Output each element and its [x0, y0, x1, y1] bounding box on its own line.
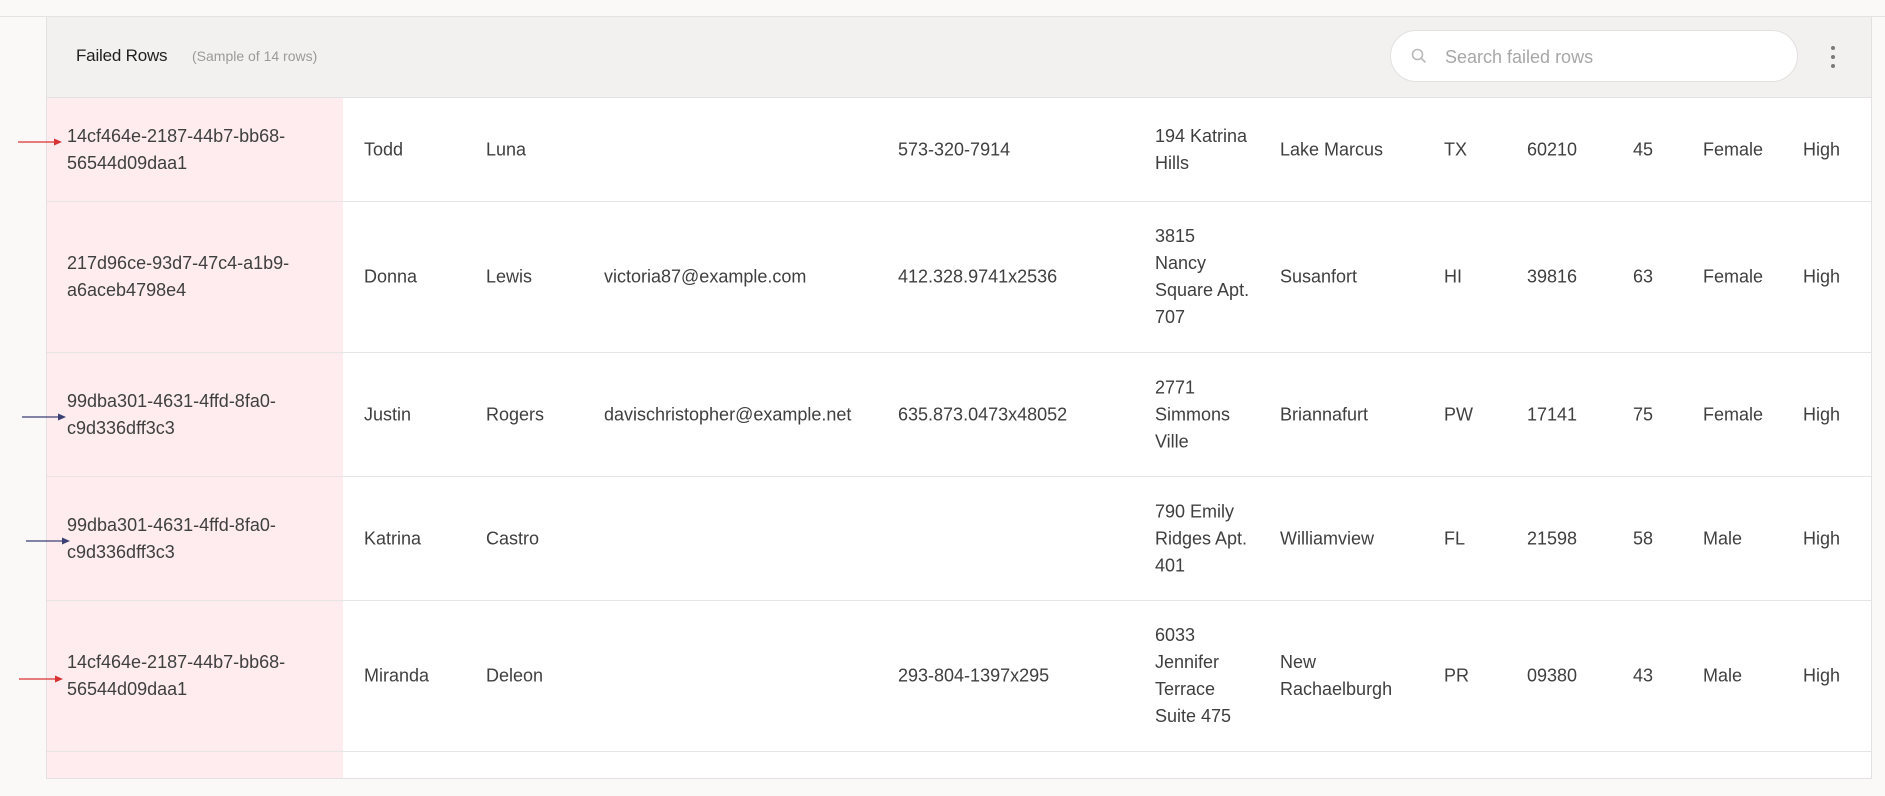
table-row[interactable]: 14cf464e-2187-44b7-bb68-56544d09daa1 Mir…: [47, 601, 1871, 752]
age: 43: [1633, 665, 1654, 686]
state: PW: [1444, 404, 1473, 424]
age: 58: [1633, 528, 1654, 548]
zip: 09380: [1527, 665, 1578, 686]
last-name: Deleon: [486, 665, 544, 686]
risk: High: [1803, 528, 1841, 548]
city: Williamview: [1280, 528, 1374, 548]
search-box[interactable]: [1390, 30, 1798, 83]
panel-title: Failed Rows: [76, 46, 168, 65]
first-name: Miranda: [364, 665, 430, 686]
row-id: 14cf464e-2187-44b7-bb68-56544d09daa1: [67, 125, 286, 173]
city: Lake Marcus: [1280, 139, 1384, 159]
table-row[interactable]: 99dba301-4631-4ffd-8fa0-c9d336dff3c3 Jus…: [47, 353, 1871, 477]
state: FL: [1444, 528, 1466, 548]
state: PR: [1444, 665, 1470, 686]
city: Susanfort: [1280, 266, 1358, 287]
address: 3815 Nancy Square Apt. 707: [1155, 226, 1250, 327]
panel-header: Failed Rows (Sample of 14 rows): [47, 17, 1871, 98]
arrow-right-icon: [22, 413, 66, 421]
search-input[interactable]: [1443, 31, 1777, 83]
age: 45: [1633, 139, 1654, 159]
address: 6033 Jennifer Terrace Suite 475: [1155, 625, 1232, 726]
phone: 635.873.0473x48052: [898, 404, 1068, 424]
email: davischristopher@example.net: [604, 404, 852, 424]
first-name: Justin: [364, 404, 412, 424]
table-row[interactable]: 99dba301-4631-4ffd-8fa0-c9d336dff3c3 Kat…: [47, 477, 1871, 601]
state: HI: [1444, 266, 1462, 287]
risk: High: [1803, 665, 1841, 686]
address: 790 Emily Ridges Apt. 401: [1155, 501, 1248, 575]
arrow-right-icon: [18, 138, 62, 146]
gender: Female: [1703, 404, 1764, 424]
phone: 412.328.9741x2536: [898, 266, 1058, 287]
risk: High: [1803, 266, 1841, 287]
row-id: 14cf464e-2187-44b7-bb68-56544d09daa1: [67, 652, 286, 699]
phone: 573-320-7914: [898, 139, 1011, 159]
address: 194 Katrina Hills: [1155, 125, 1248, 173]
first-name: Katrina: [364, 528, 422, 548]
row-id: 217d96ce-93d7-47c4-a1b9-a6aceb4798e4: [67, 253, 290, 300]
gender: Male: [1703, 528, 1743, 548]
last-name: Rogers: [486, 404, 545, 424]
last-name: Castro: [486, 528, 540, 548]
zip: 60210: [1527, 139, 1578, 159]
zip: 39816: [1527, 266, 1578, 287]
row-id: 99dba301-4631-4ffd-8fa0-c9d336dff3c3: [67, 514, 276, 562]
risk: High: [1803, 139, 1841, 159]
first-name: Donna: [364, 266, 418, 287]
risk: High: [1803, 404, 1841, 424]
gender: Female: [1703, 266, 1764, 287]
panel-subtitle: (Sample of 14 rows): [192, 48, 318, 64]
age: 63: [1633, 266, 1654, 287]
last-name: Lewis: [486, 266, 533, 287]
last-name: Luna: [486, 139, 527, 159]
table-row[interactable]: 14cf464e-2187-44b7-bb68-56544d09daa1 Tod…: [47, 98, 1871, 202]
address: 2771 Simmons Ville: [1155, 377, 1231, 451]
first-name: Todd: [364, 139, 404, 159]
zip: 17141: [1527, 404, 1578, 424]
city: New Rachaelburgh: [1280, 652, 1393, 699]
state: TX: [1444, 139, 1468, 159]
kebab-menu-icon[interactable]: [1823, 43, 1843, 71]
gender: Female: [1703, 139, 1764, 159]
failed-rows-panel: Failed Rows (Sample of 14 rows) 14cf464e…: [46, 17, 1872, 779]
arrow-right-icon: [26, 537, 70, 545]
zip: 21598: [1527, 528, 1578, 548]
email: victoria87@example.com: [604, 266, 807, 287]
search-icon: [1411, 48, 1426, 63]
gender: Male: [1703, 665, 1743, 686]
table-row[interactable]: 217d96ce-93d7-47c4-a1b9-a6aceb4798e4 Don…: [47, 202, 1871, 353]
phone: 293-804-1397x295: [898, 665, 1050, 686]
age: 75: [1633, 404, 1654, 424]
row-id: 99dba301-4631-4ffd-8fa0-c9d336dff3c3: [67, 390, 276, 438]
arrow-right-icon: [19, 675, 63, 683]
city: Briannafurt: [1280, 404, 1369, 424]
